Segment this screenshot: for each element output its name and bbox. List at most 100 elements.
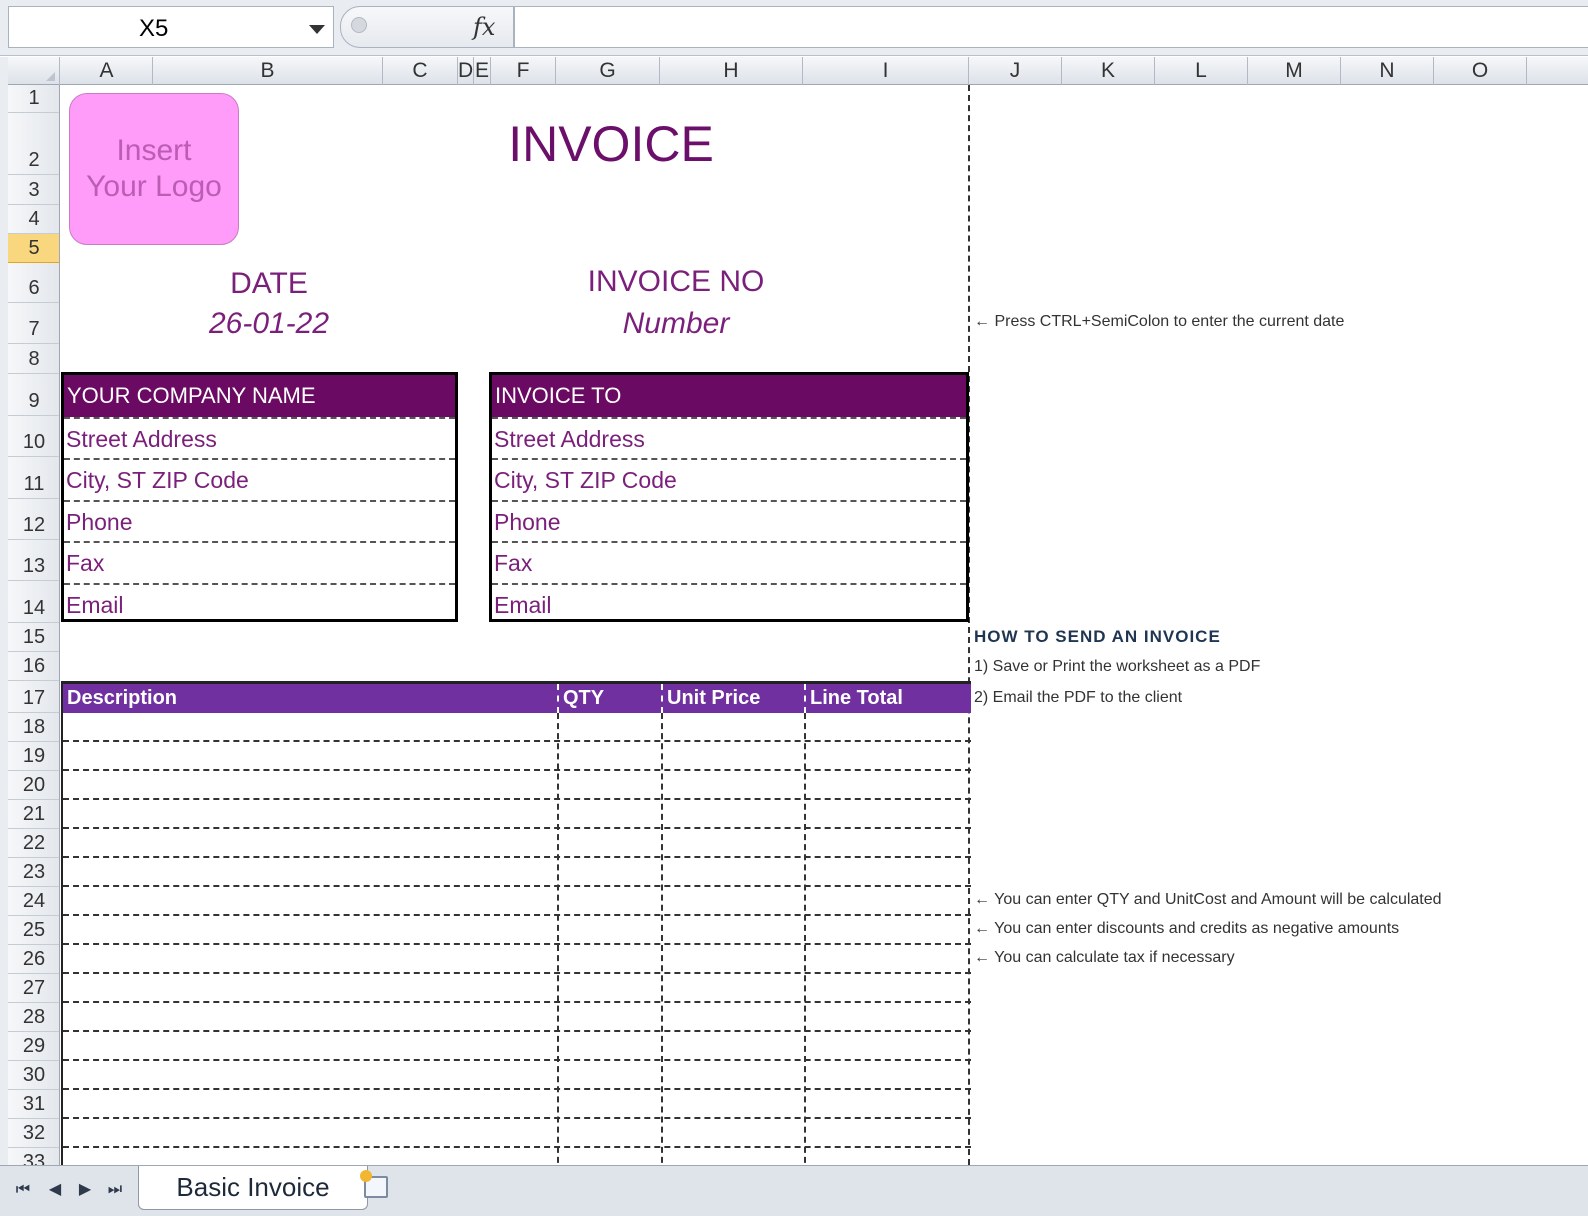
last-sheet-icon[interactable]: ⏭	[104, 1178, 126, 1202]
invoice-to-header-cell[interactable]: INVOICE TO	[492, 375, 966, 417]
client-street-cell[interactable]: Street Address	[492, 417, 966, 458]
name-box-dropdown-icon[interactable]	[309, 25, 325, 34]
company-email-cell[interactable]: Email	[64, 582, 455, 624]
row-header[interactable]: 12	[8, 499, 59, 540]
client-phone-cell[interactable]: Phone	[492, 499, 966, 541]
table-row[interactable]	[63, 771, 971, 800]
first-sheet-icon[interactable]: ⏮	[12, 1178, 34, 1202]
row-header[interactable]: 31	[8, 1090, 59, 1119]
row-header[interactable]: 13	[8, 540, 59, 581]
table-row[interactable]	[63, 742, 971, 771]
table-row[interactable]	[63, 829, 971, 858]
unit-price-column-header[interactable]: Unit Price	[661, 684, 804, 713]
date-label[interactable]: DATE	[169, 267, 369, 301]
row-header[interactable]: 33	[8, 1148, 59, 1165]
column-header-c[interactable]: C	[383, 57, 458, 85]
column-header-i[interactable]: I	[803, 57, 969, 85]
insert-sheet-button[interactable]	[350, 1170, 408, 1206]
row-header[interactable]: 26	[8, 945, 59, 974]
line-total-column-header[interactable]: Line Total	[804, 684, 971, 713]
name-box[interactable]: X5	[8, 6, 334, 48]
insert-function-button[interactable]: fx	[473, 13, 495, 41]
row-header[interactable]: 18	[8, 713, 59, 742]
table-row[interactable]	[63, 1119, 971, 1148]
row-header[interactable]: 3	[8, 175, 59, 205]
worksheet-grid[interactable]: Insert Your Logo INVOICE DATE 26-01-22 I…	[61, 85, 1588, 1165]
row-header[interactable]: 27	[8, 974, 59, 1003]
row-header[interactable]: 6	[8, 263, 59, 303]
select-all-button[interactable]	[8, 57, 60, 85]
row-header[interactable]: 15	[8, 623, 59, 652]
date-value[interactable]: 26-01-22	[169, 307, 369, 341]
qty-column-header[interactable]: QTY	[557, 684, 661, 713]
column-header-b[interactable]: B	[153, 57, 383, 85]
invoice-number-value[interactable]: Number	[531, 307, 821, 341]
row-header[interactable]: 16	[8, 652, 59, 681]
column-header-m[interactable]: M	[1248, 57, 1341, 85]
sheet-tab-basic-invoice[interactable]: Basic Invoice	[138, 1166, 368, 1210]
how-to-step-1[interactable]: 1) Save or Print the worksheet as a PDF	[974, 658, 1260, 676]
row-header[interactable]: 23	[8, 858, 59, 887]
invoice-title[interactable]: INVOICE	[461, 115, 761, 173]
row-header[interactable]: 21	[8, 800, 59, 829]
company-fax-cell[interactable]: Fax	[64, 541, 455, 582]
formula-input[interactable]	[514, 6, 1588, 48]
column-header-j[interactable]: J	[969, 57, 1062, 85]
table-row[interactable]	[63, 800, 971, 829]
row-header[interactable]: 25	[8, 916, 59, 945]
qty-tip-note[interactable]: ← You can enter QTY and UnitCost and Amo…	[974, 891, 1442, 909]
description-column-header[interactable]: Description	[63, 684, 557, 713]
table-row[interactable]	[63, 974, 971, 1003]
client-fax-cell[interactable]: Fax	[492, 541, 966, 582]
table-row[interactable]	[63, 858, 971, 887]
row-header[interactable]: 4	[8, 205, 59, 234]
row-header[interactable]: 11	[8, 457, 59, 499]
column-header-f[interactable]: F	[491, 57, 556, 85]
row-header[interactable]: 17	[8, 681, 59, 713]
row-header[interactable]: 14	[8, 581, 59, 623]
column-header-h[interactable]: H	[660, 57, 803, 85]
previous-sheet-icon[interactable]: ◀	[44, 1178, 66, 1202]
company-phone-cell[interactable]: Phone	[64, 499, 455, 541]
date-tip-note[interactable]: ← Press CTRL+SemiColon to enter the curr…	[974, 313, 1344, 331]
company-city-cell[interactable]: City, ST ZIP Code	[64, 458, 455, 499]
row-header[interactable]: 1	[8, 85, 59, 113]
row-header[interactable]: 9	[8, 374, 59, 416]
row-header[interactable]: 19	[8, 742, 59, 771]
table-row[interactable]	[63, 916, 971, 945]
client-email-cell[interactable]: Email	[492, 582, 966, 624]
column-header-g[interactable]: G	[556, 57, 660, 85]
row-header-active[interactable]: 5	[8, 234, 59, 263]
logo-placeholder[interactable]: Insert Your Logo	[69, 93, 239, 245]
column-header-k[interactable]: K	[1062, 57, 1155, 85]
table-row[interactable]	[63, 887, 971, 916]
column-header-o[interactable]: O	[1434, 57, 1527, 85]
row-header[interactable]: 8	[8, 344, 59, 374]
row-header[interactable]: 10	[8, 416, 59, 457]
row-header[interactable]: 2	[8, 113, 59, 175]
row-header[interactable]: 22	[8, 829, 59, 858]
row-header[interactable]: 32	[8, 1119, 59, 1148]
company-street-cell[interactable]: Street Address	[64, 417, 455, 458]
row-header[interactable]: 30	[8, 1061, 59, 1090]
next-sheet-icon[interactable]: ▶	[74, 1178, 96, 1202]
discount-tip-note[interactable]: ← You can enter discounts and credits as…	[974, 920, 1399, 938]
column-header-d[interactable]: D	[458, 57, 474, 85]
column-header-e[interactable]: E	[474, 57, 491, 85]
client-city-cell[interactable]: City, ST ZIP Code	[492, 458, 966, 499]
how-to-step-2[interactable]: 2) Email the PDF to the client	[974, 689, 1182, 707]
table-row[interactable]	[63, 713, 971, 742]
column-header-a[interactable]: A	[61, 57, 153, 85]
table-row[interactable]	[63, 1003, 971, 1032]
row-header[interactable]: 28	[8, 1003, 59, 1032]
row-header[interactable]: 20	[8, 771, 59, 800]
company-name-cell[interactable]: YOUR COMPANY NAME	[64, 375, 455, 417]
formula-bar-resize-handle[interactable]	[351, 17, 367, 33]
row-header[interactable]: 7	[8, 303, 59, 344]
column-header-l[interactable]: L	[1155, 57, 1248, 85]
table-row[interactable]	[63, 945, 971, 974]
table-row[interactable]	[63, 1032, 971, 1061]
invoice-number-label[interactable]: INVOICE NO	[531, 265, 821, 299]
table-row[interactable]	[63, 1090, 971, 1119]
table-row[interactable]	[63, 1061, 971, 1090]
